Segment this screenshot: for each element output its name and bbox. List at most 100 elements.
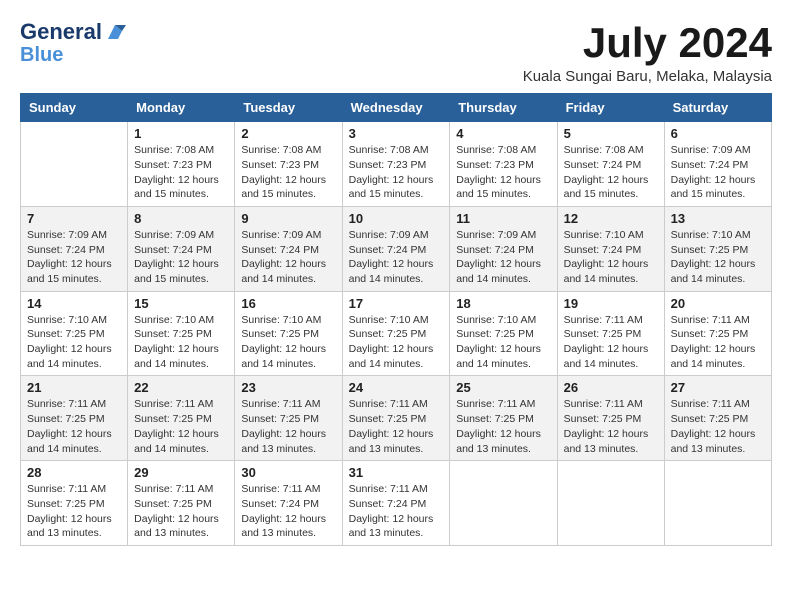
logo-icon — [104, 21, 126, 43]
day-info: Sunrise: 7:09 AMSunset: 7:24 PMDaylight:… — [134, 228, 228, 287]
logo-text-blue: Blue — [20, 44, 63, 66]
calendar-cell: 27Sunrise: 7:11 AMSunset: 7:25 PMDayligh… — [664, 376, 771, 461]
day-info: Sunrise: 7:11 AMSunset: 7:25 PMDaylight:… — [456, 397, 550, 456]
calendar-header-sunday: Sunday — [21, 94, 128, 122]
calendar-header-row: SundayMondayTuesdayWednesdayThursdayFrid… — [21, 94, 772, 122]
calendar-cell: 14 Sunrise: 7:10 AMSunset: 7:25 PMDayligh… — [21, 291, 128, 376]
day-number: 13 — [671, 211, 765, 226]
day-info: Sunrise: 7:10 AMSunset: 7:24 PMDaylight:… — [564, 228, 658, 287]
day-number: 11 — [456, 211, 550, 226]
day-number: 28 — [27, 465, 121, 480]
day-info: Sunrise: 7:11 AMSunset: 7:25 PMDaylight:… — [134, 397, 228, 456]
calendar-cell: 30 Sunrise: 7:11 AMSunset: 7:24 PMDayligh… — [235, 461, 342, 546]
day-number: 6 — [671, 126, 765, 141]
day-number: 14 — [27, 296, 121, 311]
day-info: Sunrise: 7:10 AMSunset: 7:25 PMDaylight:… — [349, 313, 444, 372]
day-number: 15 — [134, 296, 228, 311]
calendar-cell: 29 Sunrise: 7:11 AMSunset: 7:25 PMDayligh… — [128, 461, 235, 546]
calendar-cell: 4 Sunrise: 7:08 AMSunset: 7:23 PMDaylight… — [450, 122, 557, 207]
calendar-header-wednesday: Wednesday — [342, 94, 450, 122]
day-number: 25 — [456, 380, 550, 395]
calendar-cell: 12 Sunrise: 7:10 AMSunset: 7:24 PMDayligh… — [557, 206, 664, 291]
logo-text-general: General — [20, 20, 102, 44]
calendar-cell — [21, 122, 128, 207]
day-number: 20 — [671, 296, 765, 311]
calendar-cell: 25 Sunrise: 7:11 AMSunset: 7:25 PMDayligh… — [450, 376, 557, 461]
day-info: Sunrise: 7:09 AMSunset: 7:24 PMDaylight:… — [456, 228, 550, 287]
calendar-cell: 21Sunrise: 7:11 AMSunset: 7:25 PMDayligh… — [21, 376, 128, 461]
day-info: Sunrise: 7:11 AMSunset: 7:25 PMDaylight:… — [134, 482, 228, 541]
calendar-cell: 19 Sunrise: 7:11 AMSunset: 7:25 PMDayligh… — [557, 291, 664, 376]
calendar-cell — [450, 461, 557, 546]
calendar-header-thursday: Thursday — [450, 94, 557, 122]
calendar-cell: 2Sunrise: 7:08 AMSunset: 7:23 PMDaylight… — [235, 122, 342, 207]
calendar-header-monday: Monday — [128, 94, 235, 122]
calendar-cell: 13 Sunrise: 7:10 AMSunset: 7:25 PMDayligh… — [664, 206, 771, 291]
day-number: 4 — [456, 126, 550, 141]
calendar-cell: 26Sunrise: 7:11 AMSunset: 7:25 PMDayligh… — [557, 376, 664, 461]
day-info: Sunrise: 7:11 AMSunset: 7:24 PMDaylight:… — [349, 482, 444, 541]
month-title: July 2024 — [523, 20, 772, 66]
calendar-header-tuesday: Tuesday — [235, 94, 342, 122]
calendar-cell: 20Sunrise: 7:11 AMSunset: 7:25 PMDayligh… — [664, 291, 771, 376]
day-number: 7 — [27, 211, 121, 226]
calendar-cell: 22 Sunrise: 7:11 AMSunset: 7:25 PMDayligh… — [128, 376, 235, 461]
day-info: Sunrise: 7:11 AMSunset: 7:25 PMDaylight:… — [671, 397, 765, 456]
day-info: Sunrise: 7:08 AMSunset: 7:23 PMDaylight:… — [456, 143, 550, 202]
day-info: Sunrise: 7:09 AMSunset: 7:24 PMDaylight:… — [241, 228, 335, 287]
day-info: Sunrise: 7:10 AMSunset: 7:25 PMDaylight:… — [241, 313, 335, 372]
day-info: Sunrise: 7:09 AMSunset: 7:24 PMDaylight:… — [671, 143, 765, 202]
calendar-cell: 3Sunrise: 7:08 AMSunset: 7:23 PMDaylight… — [342, 122, 450, 207]
day-info: Sunrise: 7:11 AMSunset: 7:24 PMDaylight:… — [241, 482, 335, 541]
day-number: 30 — [241, 465, 335, 480]
day-info: Sunrise: 7:10 AMSunset: 7:25 PMDaylight:… — [671, 228, 765, 287]
day-number: 8 — [134, 211, 228, 226]
calendar-cell: 28 Sunrise: 7:11 AMSunset: 7:25 PMDayligh… — [21, 461, 128, 546]
calendar-week-row: 7 Sunrise: 7:09 AMSunset: 7:24 PMDaylight… — [21, 206, 772, 291]
calendar-cell: 8 Sunrise: 7:09 AMSunset: 7:24 PMDaylight… — [128, 206, 235, 291]
day-number: 17 — [349, 296, 444, 311]
day-number: 24 — [349, 380, 444, 395]
calendar-week-row: 21Sunrise: 7:11 AMSunset: 7:25 PMDayligh… — [21, 376, 772, 461]
day-info: Sunrise: 7:09 AMSunset: 7:24 PMDaylight:… — [349, 228, 444, 287]
day-number: 22 — [134, 380, 228, 395]
day-info: Sunrise: 7:10 AMSunset: 7:25 PMDaylight:… — [456, 313, 550, 372]
day-number: 3 — [349, 126, 444, 141]
calendar-cell: 31 Sunrise: 7:11 AMSunset: 7:24 PMDayligh… — [342, 461, 450, 546]
day-number: 10 — [349, 211, 444, 226]
day-number: 12 — [564, 211, 658, 226]
day-info: Sunrise: 7:11 AMSunset: 7:25 PMDaylight:… — [27, 397, 121, 456]
logo: General Blue — [20, 20, 126, 66]
day-info: Sunrise: 7:10 AMSunset: 7:25 PMDaylight:… — [134, 313, 228, 372]
calendar-header-saturday: Saturday — [664, 94, 771, 122]
calendar-cell: 7 Sunrise: 7:09 AMSunset: 7:24 PMDaylight… — [21, 206, 128, 291]
calendar-week-row: 1Sunrise: 7:08 AMSunset: 7:23 PMDaylight… — [21, 122, 772, 207]
calendar-table: SundayMondayTuesdayWednesdayThursdayFrid… — [20, 93, 772, 546]
day-info: Sunrise: 7:11 AMSunset: 7:25 PMDaylight:… — [27, 482, 121, 541]
calendar-cell: 1Sunrise: 7:08 AMSunset: 7:23 PMDaylight… — [128, 122, 235, 207]
calendar-cell: 6 Sunrise: 7:09 AMSunset: 7:24 PMDaylight… — [664, 122, 771, 207]
day-number: 29 — [134, 465, 228, 480]
day-info: Sunrise: 7:08 AMSunset: 7:23 PMDaylight:… — [134, 143, 228, 202]
calendar-cell — [664, 461, 771, 546]
calendar-week-row: 28 Sunrise: 7:11 AMSunset: 7:25 PMDayligh… — [21, 461, 772, 546]
calendar-cell: 17 Sunrise: 7:10 AMSunset: 7:25 PMDayligh… — [342, 291, 450, 376]
day-number: 31 — [349, 465, 444, 480]
calendar-cell: 5Sunrise: 7:08 AMSunset: 7:24 PMDaylight… — [557, 122, 664, 207]
calendar-cell: 9 Sunrise: 7:09 AMSunset: 7:24 PMDaylight… — [235, 206, 342, 291]
day-info: Sunrise: 7:11 AMSunset: 7:25 PMDaylight:… — [564, 397, 658, 456]
day-number: 23 — [241, 380, 335, 395]
page-header: General Blue July 2024 Kuala Sungai Baru… — [20, 20, 772, 85]
day-info: Sunrise: 7:11 AMSunset: 7:25 PMDaylight:… — [564, 313, 658, 372]
calendar-week-row: 14 Sunrise: 7:10 AMSunset: 7:25 PMDayligh… — [21, 291, 772, 376]
day-info: Sunrise: 7:11 AMSunset: 7:25 PMDaylight:… — [349, 397, 444, 456]
title-area: July 2024 Kuala Sungai Baru, Melaka, Mal… — [523, 20, 772, 85]
calendar-cell: 15 Sunrise: 7:10 AMSunset: 7:25 PMDayligh… — [128, 291, 235, 376]
day-number: 9 — [241, 211, 335, 226]
day-info: Sunrise: 7:09 AMSunset: 7:24 PMDaylight:… — [27, 228, 121, 287]
day-info: Sunrise: 7:10 AMSunset: 7:25 PMDaylight:… — [27, 313, 121, 372]
calendar-cell: 11 Sunrise: 7:09 AMSunset: 7:24 PMDayligh… — [450, 206, 557, 291]
day-number: 19 — [564, 296, 658, 311]
day-number: 16 — [241, 296, 335, 311]
calendar-cell: 16 Sunrise: 7:10 AMSunset: 7:25 PMDayligh… — [235, 291, 342, 376]
